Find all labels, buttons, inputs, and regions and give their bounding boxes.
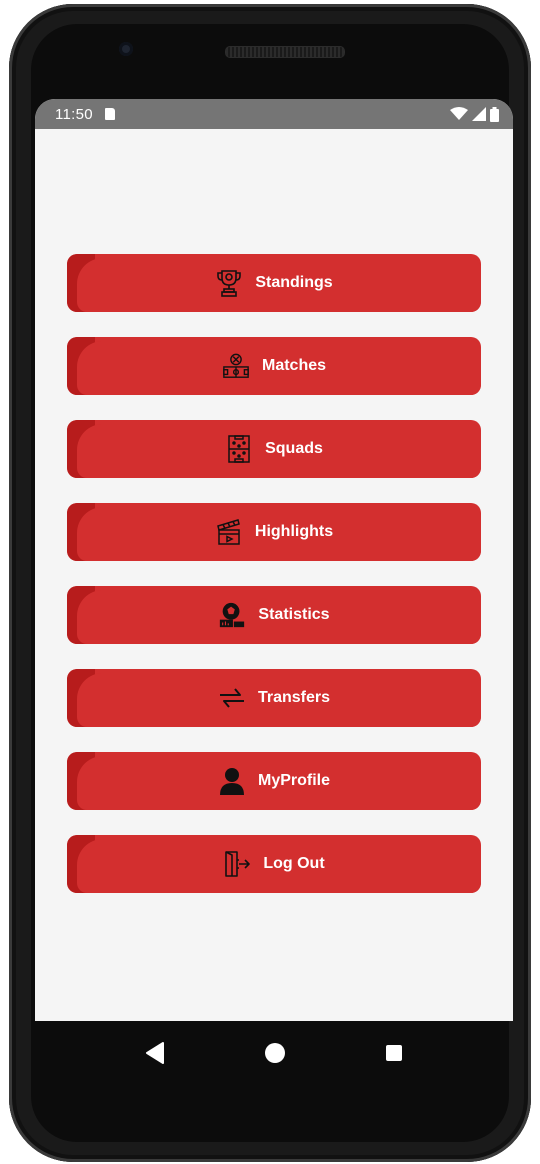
matches-label: Matches (261, 357, 327, 374)
transfers-label: Transfers (257, 689, 331, 706)
myprofile-button[interactable]: MyProfile (67, 752, 481, 810)
logout-icon (223, 850, 251, 878)
matches-button[interactable]: Matches (67, 337, 481, 395)
wifi-icon (450, 107, 468, 120)
transfers-button[interactable]: Transfers (67, 669, 481, 727)
squads-button[interactable]: Squads (67, 420, 481, 478)
earpiece-speaker (225, 46, 345, 58)
app-screen: 11:50 Standings Matches Squads Highlight… (35, 99, 513, 1021)
highlights-button[interactable]: Highlights (67, 503, 481, 561)
status-icons (450, 106, 499, 122)
signal-icon (472, 107, 486, 121)
main-menu: Standings Matches Squads Highlights Stat… (67, 254, 481, 918)
standings-button[interactable]: Standings (67, 254, 481, 312)
logout-button[interactable]: Log Out (67, 835, 481, 893)
home-icon[interactable] (264, 1042, 286, 1064)
myprofile-label: MyProfile (257, 772, 330, 789)
formation-board-icon (225, 435, 253, 463)
statistics-button[interactable]: Statistics (67, 586, 481, 644)
squads-label: Squads (265, 440, 323, 457)
user-icon (218, 767, 246, 795)
back-icon[interactable] (145, 1042, 165, 1064)
transfer-arrows-icon (218, 684, 246, 712)
battery-icon (490, 106, 499, 122)
front-camera (119, 42, 133, 56)
highlights-label: Highlights (254, 523, 334, 540)
statistics-label: Statistics (258, 606, 330, 623)
football-field-icon (222, 352, 250, 380)
trophy-icon (215, 269, 243, 297)
sd-card-icon (104, 108, 115, 120)
ball-stats-icon (218, 601, 246, 629)
status-time: 11:50 (55, 105, 93, 123)
standings-label: Standings (255, 274, 333, 291)
logout-label: Log Out (263, 855, 325, 872)
clapperboard-icon (215, 518, 243, 546)
status-bar: 11:50 (35, 99, 513, 129)
recents-icon[interactable] (385, 1044, 403, 1062)
navigation-bar (35, 1021, 513, 1085)
